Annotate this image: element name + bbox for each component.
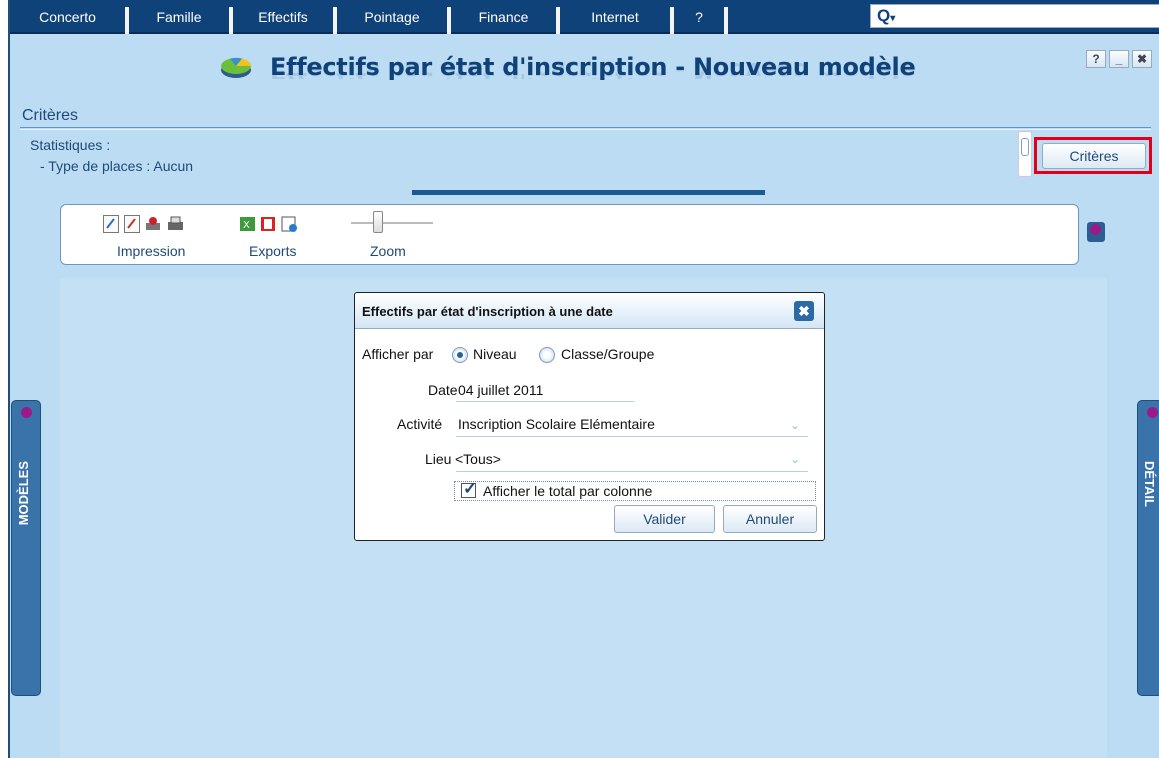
place-select[interactable]: <Tous> [455, 451, 501, 467]
dialog-title: Effectifs par état d'inscription à une d… [362, 304, 613, 319]
menu-concerto[interactable]: Concerto [10, 0, 125, 34]
print-layout-icon[interactable] [124, 215, 140, 233]
menu-separator [724, 7, 728, 34]
splitter-bar[interactable] [412, 190, 765, 195]
close-button[interactable]: ✖ [1132, 50, 1152, 68]
app-window: Concerto Famille Effectifs Pointage Fina… [8, 0, 1159, 758]
svg-text:X: X [243, 220, 250, 231]
date-field[interactable]: 04 juillet 2011 [458, 382, 543, 398]
help-button[interactable]: ? [1086, 50, 1106, 68]
statistics-label: Statistiques : [30, 137, 111, 153]
dialog-header: Effectifs par état d'inscription à une d… [355, 293, 824, 329]
activity-label: Activité [397, 416, 443, 432]
radio-niveau-label[interactable]: Niveau [473, 346, 517, 362]
minimize-button[interactable]: _ [1109, 50, 1129, 68]
chevron-down-icon[interactable]: ⌄ [790, 418, 800, 432]
criteria-scrollbar[interactable] [1018, 131, 1032, 177]
statistics-item: - Type de places : Aucun [40, 158, 194, 174]
pin-icon[interactable] [1087, 222, 1105, 242]
print-label: Impression [117, 243, 186, 259]
scrollbar-thumb[interactable] [1021, 138, 1029, 156]
criteria-button[interactable]: Critères [1042, 143, 1146, 169]
search-icon[interactable]: Q▾ [877, 6, 895, 29]
menu-bar: Concerto Famille Effectifs Pointage Fina… [10, 0, 1159, 34]
criteria-dialog: Effectifs par état d'inscription à une d… [354, 292, 825, 541]
menu-finance[interactable]: Finance [451, 0, 556, 34]
print-search-icon[interactable] [145, 215, 161, 233]
models-side-tab[interactable]: MODÈLES [11, 400, 41, 696]
dialog-close-button[interactable]: ✖ [794, 301, 814, 321]
chevron-down-icon[interactable]: ⌄ [790, 452, 800, 466]
radio-niveau[interactable] [452, 347, 468, 363]
search-input[interactable]: Q▾ [870, 4, 1159, 28]
cancel-button[interactable]: Annuler [723, 505, 817, 533]
activity-underline [456, 436, 808, 437]
date-underline [456, 401, 634, 402]
menu-help[interactable]: ? [674, 0, 724, 34]
zoom-track[interactable] [351, 222, 433, 224]
validate-button[interactable]: Valider [614, 505, 715, 533]
activity-select[interactable]: Inscription Scolaire Elémentaire [458, 416, 655, 432]
export-label: Exports [249, 243, 297, 259]
pin-icon[interactable] [18, 405, 36, 425]
divider [20, 129, 1151, 130]
models-tab-label: MODÈLES [16, 461, 31, 526]
page-title-reflection: Effectifs par état d'inscription - Nouve… [270, 63, 916, 79]
zoom-slider[interactable] [373, 211, 383, 233]
menu-effectifs[interactable]: Effectifs [233, 0, 333, 34]
detail-tab-label: DÉTAIL [1142, 461, 1157, 507]
print-preview-icon[interactable] [103, 215, 119, 233]
image-export-icon[interactable] [281, 215, 297, 233]
toolbar: Impression X Exports Zoom [60, 204, 1079, 265]
divider [20, 127, 1151, 128]
excel-export-icon[interactable]: X [239, 215, 255, 233]
detail-side-tab[interactable]: DÉTAIL [1137, 400, 1159, 696]
pie-chart-icon [221, 57, 252, 78]
window-controls: ? _ ✖ [1086, 50, 1152, 68]
date-label: Date [428, 382, 458, 398]
radio-classe-groupe[interactable] [539, 347, 555, 363]
show-by-label: Afficher par [362, 346, 434, 362]
pdf-export-icon[interactable] [260, 215, 276, 233]
place-underline [456, 471, 808, 472]
printer-icon[interactable] [167, 215, 183, 233]
place-label: Lieu [425, 451, 452, 467]
zoom-label: Zoom [370, 243, 406, 259]
pin-icon[interactable] [1144, 405, 1159, 425]
checkbox-focus-outline [454, 481, 816, 501]
criteria-heading: Critères [22, 107, 79, 124]
menu-internet[interactable]: Internet [560, 0, 670, 34]
radio-classe-groupe-label[interactable]: Classe/Groupe [561, 346, 654, 362]
menu-pointage[interactable]: Pointage [337, 0, 447, 34]
menu-famille[interactable]: Famille [129, 0, 229, 34]
